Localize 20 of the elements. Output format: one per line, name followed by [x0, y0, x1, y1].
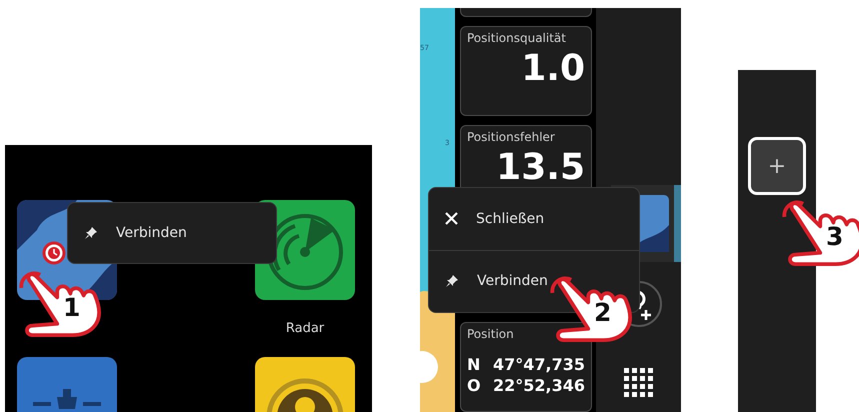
coordinate-value: 47°47,735: [492, 355, 585, 374]
add-button[interactable]: +: [748, 137, 806, 195]
card-title: Positionsqualität: [467, 31, 567, 45]
card-title: Position: [467, 327, 515, 342]
apps-grid-icon[interactable]: [624, 368, 653, 397]
coordinate-value: 22°52,346: [492, 376, 585, 396]
menu-item[interactable]: Verbinden: [68, 203, 276, 263]
timer-icon: [42, 241, 66, 265]
coordinate-axis: O: [467, 376, 481, 396]
tile-label: Radar: [284, 321, 326, 336]
card-title: Positionsfehler: [467, 130, 556, 144]
pin-icon: [84, 226, 98, 240]
menu-item[interactable]: Schließen: [429, 188, 639, 250]
step-number: 1: [63, 295, 80, 320]
coordinate-axis: N: [467, 355, 480, 374]
card-value: 13.5: [495, 148, 585, 188]
step-number: 3: [826, 224, 844, 249]
close-icon: [445, 212, 458, 226]
card-value: 1.0: [520, 49, 585, 89]
pin-icon: [445, 274, 459, 288]
